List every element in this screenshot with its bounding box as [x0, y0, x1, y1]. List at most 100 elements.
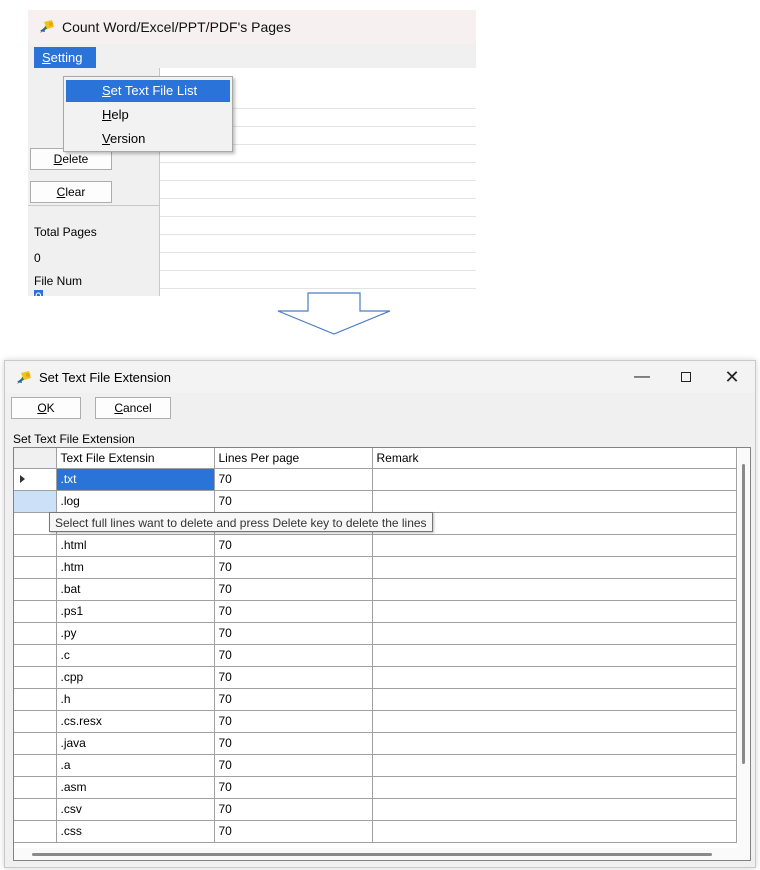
- horizontal-scroll-thumb[interactable]: [32, 853, 712, 856]
- cell-lines-per-page[interactable]: 70: [214, 776, 373, 799]
- clear-button[interactable]: Clear: [30, 181, 112, 203]
- row-header[interactable]: [14, 556, 57, 579]
- extension-grid[interactable]: Text File Extensin Lines Per page Remark…: [13, 447, 751, 861]
- cell-extension[interactable]: .bat: [56, 578, 215, 601]
- table-row[interactable]: .html 70: [14, 534, 737, 557]
- menu-item-version[interactable]: Version: [66, 128, 230, 150]
- row-header[interactable]: [14, 534, 57, 557]
- row-header[interactable]: [14, 468, 57, 491]
- cell-remark[interactable]: [372, 644, 737, 667]
- cell-extension[interactable]: .csv: [56, 798, 215, 821]
- table-row[interactable]: .css 70: [14, 820, 737, 843]
- cell-lines-per-page[interactable]: 70: [214, 578, 373, 601]
- cell-remark[interactable]: [372, 820, 737, 843]
- cell-remark[interactable]: [372, 754, 737, 777]
- cell-lines-per-page[interactable]: 70: [214, 666, 373, 689]
- cell-extension[interactable]: .cs.resx: [56, 710, 215, 733]
- table-row[interactable]: .bat 70: [14, 578, 737, 601]
- cell-extension[interactable]: .java: [56, 732, 215, 755]
- table-row[interactable]: .csv 70: [14, 798, 737, 821]
- menu-setting[interactable]: Setting: [34, 47, 96, 68]
- cell-extension[interactable]: .c: [56, 644, 215, 667]
- maximize-icon[interactable]: [663, 361, 709, 393]
- cell-lines-per-page[interactable]: 70: [214, 644, 373, 667]
- row-header[interactable]: [14, 710, 57, 733]
- column-header-remark[interactable]: Remark: [372, 448, 737, 469]
- cell-remark[interactable]: [372, 710, 737, 733]
- cell-lines-per-page[interactable]: 70: [214, 688, 373, 711]
- cell-extension[interactable]: .txt: [56, 468, 215, 491]
- row-header[interactable]: [14, 666, 57, 689]
- table-row[interactable]: .log 70: [14, 490, 737, 513]
- table-row[interactable]: .htm 70: [14, 556, 737, 579]
- cell-remark[interactable]: [372, 666, 737, 689]
- cell-lines-per-page[interactable]: 70: [214, 798, 373, 821]
- column-header-lines[interactable]: Lines Per page: [214, 448, 373, 469]
- row-header[interactable]: [14, 622, 57, 645]
- cell-lines-per-page[interactable]: 70: [214, 820, 373, 843]
- cell-lines-per-page[interactable]: 70: [214, 732, 373, 755]
- cell-extension[interactable]: .css: [56, 820, 215, 843]
- cell-remark[interactable]: [372, 490, 737, 513]
- row-header[interactable]: [14, 600, 57, 623]
- table-row[interactable]: .c 70: [14, 644, 737, 667]
- cell-lines-per-page[interactable]: 70: [214, 710, 373, 733]
- cell-lines-per-page[interactable]: 70: [214, 490, 373, 513]
- row-header[interactable]: [14, 798, 57, 821]
- cell-lines-per-page[interactable]: 70: [214, 556, 373, 579]
- row-header[interactable]: [14, 490, 57, 513]
- table-row[interactable]: .ps1 70: [14, 600, 737, 623]
- row-header[interactable]: [14, 578, 57, 601]
- table-row[interactable]: .a 70: [14, 754, 737, 777]
- cell-remark[interactable]: [372, 600, 737, 623]
- cell-remark[interactable]: [372, 798, 737, 821]
- table-row[interactable]: .java 70: [14, 732, 737, 755]
- cell-remark[interactable]: [372, 688, 737, 711]
- table-row[interactable]: .h 70: [14, 688, 737, 711]
- cell-extension[interactable]: .htm: [56, 556, 215, 579]
- row-header[interactable]: [14, 688, 57, 711]
- row-header[interactable]: [14, 732, 57, 755]
- ok-button[interactable]: OK: [11, 397, 81, 419]
- cell-remark[interactable]: [372, 578, 737, 601]
- vertical-scrollbar[interactable]: [738, 448, 750, 848]
- cell-remark[interactable]: [372, 622, 737, 645]
- row-header[interactable]: [14, 776, 57, 799]
- cell-extension[interactable]: .html: [56, 534, 215, 557]
- cell-extension[interactable]: .asm: [56, 776, 215, 799]
- cell-remark[interactable]: [372, 776, 737, 799]
- cell-extension[interactable]: .a: [56, 754, 215, 777]
- cell-lines-per-page[interactable]: 70: [214, 534, 373, 557]
- cell-remark[interactable]: [372, 556, 737, 579]
- cell-remark[interactable]: [372, 534, 737, 557]
- table-row[interactable]: .py 70: [14, 622, 737, 645]
- row-header[interactable]: [14, 754, 57, 777]
- row-header[interactable]: [14, 644, 57, 667]
- cell-extension[interactable]: .h: [56, 688, 215, 711]
- row-header[interactable]: [14, 820, 57, 843]
- cell-remark[interactable]: [372, 468, 737, 491]
- horizontal-scrollbar[interactable]: [14, 848, 750, 860]
- table-row[interactable]: .cpp 70: [14, 666, 737, 689]
- cell-extension[interactable]: .py: [56, 622, 215, 645]
- close-icon[interactable]: ✕: [709, 361, 755, 393]
- app-icon: [17, 371, 31, 384]
- vertical-scroll-thumb[interactable]: [742, 464, 745, 764]
- table-row[interactable]: .cs.resx 70: [14, 710, 737, 733]
- table-row[interactable]: .txt 70: [14, 468, 737, 491]
- table-row[interactable]: .asm 70: [14, 776, 737, 799]
- cell-lines-per-page[interactable]: 70: [214, 622, 373, 645]
- cancel-button[interactable]: Cancel: [95, 397, 171, 419]
- cell-lines-per-page[interactable]: 70: [214, 600, 373, 623]
- menu-item-set-text-file-list[interactable]: Set Text File List: [66, 80, 230, 102]
- cell-lines-per-page[interactable]: 70: [214, 468, 373, 491]
- column-header-extension[interactable]: Text File Extensin: [56, 448, 215, 469]
- cell-remark[interactable]: [372, 732, 737, 755]
- cell-extension[interactable]: .cpp: [56, 666, 215, 689]
- cell-extension[interactable]: .log: [56, 490, 215, 513]
- cell-extension[interactable]: .ps1: [56, 600, 215, 623]
- panel-separator: [28, 205, 160, 206]
- minimize-icon[interactable]: —: [619, 361, 665, 393]
- cell-lines-per-page[interactable]: 70: [214, 754, 373, 777]
- menu-item-help[interactable]: Help: [66, 104, 230, 126]
